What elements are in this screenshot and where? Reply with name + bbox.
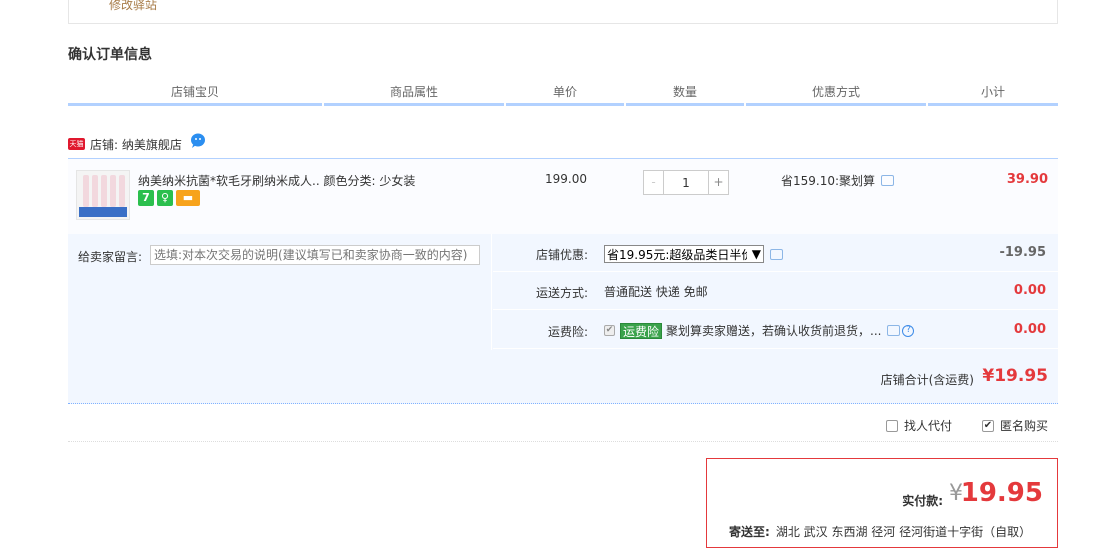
item-subtotal: 39.90 bbox=[1006, 172, 1048, 187]
comment-icon[interactable] bbox=[887, 325, 901, 336]
insurance-amount: 0.00 bbox=[1013, 322, 1046, 337]
shipping-amount: 0.00 bbox=[1013, 283, 1046, 298]
shop-discount-select[interactable]: 省19.95元:超级品类日半价 ▼ bbox=[604, 245, 764, 263]
comment-icon[interactable] bbox=[881, 175, 895, 186]
shipping-row: 运送方式: 普通配送 快递 免邮 0.00 bbox=[493, 272, 1058, 310]
qty-minus-button[interactable]: - bbox=[644, 171, 664, 194]
col-attribute: 商品属性 bbox=[324, 82, 504, 106]
proxy-pay-option[interactable]: 找人代付 bbox=[886, 417, 952, 434]
shop-total-label: 店铺合计(含运费) bbox=[880, 373, 974, 387]
shop-name[interactable]: 店铺: 纳美旗舰店 bbox=[90, 136, 182, 153]
col-shop-item: 店铺宝贝 bbox=[68, 82, 322, 106]
shop-discount-row: 店铺优惠: 省19.95元:超级品类日半价 ▼ -19.95 bbox=[493, 234, 1058, 272]
anonymous-label: 匿名购买 bbox=[1000, 419, 1049, 433]
seven-day-return-icon[interactable]: 7 bbox=[138, 190, 154, 206]
unit-price: 199.00 bbox=[545, 172, 587, 186]
service-shield-icon[interactable]: ♀ bbox=[157, 190, 173, 206]
pay-amount: 19.95 bbox=[960, 478, 1043, 508]
col-unit-price: 单价 bbox=[506, 82, 624, 106]
address-box: 修改驿站 bbox=[68, 0, 1058, 24]
credit-card-icon[interactable]: ▬ bbox=[176, 190, 200, 206]
seller-message-label: 给卖家留言: bbox=[78, 250, 143, 264]
wangwang-chat-icon[interactable] bbox=[190, 132, 206, 148]
insurance-tag: 运费险 bbox=[620, 322, 663, 339]
qty-input[interactable] bbox=[664, 171, 708, 194]
shipping-value: 普通配送 快递 免邮 bbox=[604, 285, 708, 299]
quantity-stepper: - + bbox=[643, 170, 729, 195]
discount-info: 省159.10:聚划算 bbox=[781, 172, 895, 189]
col-quantity: 数量 bbox=[626, 82, 744, 106]
shop-row: 天猫 店铺: 纳美旗舰店 bbox=[68, 132, 206, 154]
insurance-text: 聚划算卖家赠送，若确认收货前退货，... bbox=[666, 324, 882, 338]
discount-text: 省159.10:聚划算 bbox=[781, 174, 876, 188]
seller-message-input[interactable] bbox=[150, 245, 480, 265]
shipping-label: 运送方式: bbox=[535, 286, 588, 300]
product-title[interactable]: 纳美纳米抗菌*软毛牙刷纳米成人.. bbox=[138, 174, 320, 188]
seller-message-area: 给卖家留言: bbox=[68, 234, 492, 350]
shop-total-value: ¥19.95 bbox=[982, 366, 1048, 386]
order-item-row: 纳美纳米抗菌*软毛牙刷纳米成人.. 颜色分类: 少女装 7 ♀ ▬ 199.00… bbox=[68, 158, 1058, 234]
insurance-content: ✔ 运费险 聚划算卖家赠送，若确认收货前退货，... ? bbox=[604, 322, 915, 339]
payment-summary-box: 实付款: ¥ 19.95 寄送至: 湖北 武汉 东西湖 径河 径河街道十字街（自取… bbox=[706, 458, 1058, 548]
shop-discount-selected: 省19.95元:超级品类日半价 bbox=[607, 247, 747, 262]
insurance-row: 运费险: ✔ 运费险 聚划算卖家赠送，若确认收货前退货，... ? 0.00 bbox=[493, 311, 1058, 349]
shop-discount-label: 店铺优惠: bbox=[535, 248, 588, 262]
section-title: 确认订单信息 bbox=[68, 47, 152, 63]
product-thumbnail[interactable] bbox=[76, 170, 130, 220]
anonymous-option[interactable]: ✔ 匿名购买 bbox=[982, 417, 1048, 434]
help-icon[interactable]: ? bbox=[902, 324, 915, 337]
shop-total-row: 店铺合计(含运费) ¥19.95 bbox=[68, 366, 1058, 396]
product-attribute: 颜色分类: 少女装 bbox=[323, 174, 416, 188]
service-badges: 7 ♀ ▬ bbox=[138, 190, 200, 206]
pay-label: 实付款: bbox=[902, 494, 943, 508]
order-extra-panel: 给卖家留言: 店铺优惠: 省19.95元:超级品类日半价 ▼ -19.95 运送… bbox=[68, 234, 1058, 404]
payment-options-bar: 找人代付 ✔ 匿名购买 bbox=[68, 404, 1058, 442]
address-label: 寄送至: bbox=[729, 525, 770, 539]
qty-plus-button[interactable]: + bbox=[708, 171, 728, 194]
tmall-icon: 天猫 bbox=[68, 138, 85, 150]
address-value: 湖北 武汉 东西湖 径河 径河街道十字街（自取） bbox=[775, 525, 1032, 539]
col-discount: 优惠方式 bbox=[746, 82, 926, 106]
insurance-checkbox[interactable]: ✔ bbox=[604, 325, 615, 336]
table-header: 店铺宝贝 商品属性 单价 数量 优惠方式 小计 bbox=[68, 82, 1058, 106]
col-subtotal: 小计 bbox=[928, 82, 1058, 106]
anonymous-checkbox[interactable]: ✔ bbox=[982, 419, 994, 432]
shipping-content: 普通配送 快递 免邮 bbox=[604, 283, 708, 300]
shop-discount-content: 省19.95元:超级品类日半价 ▼ bbox=[604, 245, 783, 263]
insurance-label: 运费险: bbox=[547, 325, 588, 339]
comment-icon[interactable] bbox=[770, 248, 783, 260]
change-station-link[interactable]: 修改驿站 bbox=[109, 0, 157, 13]
shipping-address: 寄送至: 湖北 武汉 东西湖 径河 径河街道十字街（自取） bbox=[729, 523, 1031, 540]
proxy-pay-label: 找人代付 bbox=[904, 419, 953, 433]
shop-discount-amount: -19.95 bbox=[999, 245, 1046, 260]
dropdown-arrow-icon: ▼ bbox=[751, 247, 761, 261]
proxy-pay-checkbox[interactable] bbox=[886, 419, 898, 432]
product-title-line: 纳美纳米抗菌*软毛牙刷纳米成人.. 颜色分类: 少女装 bbox=[138, 172, 415, 189]
